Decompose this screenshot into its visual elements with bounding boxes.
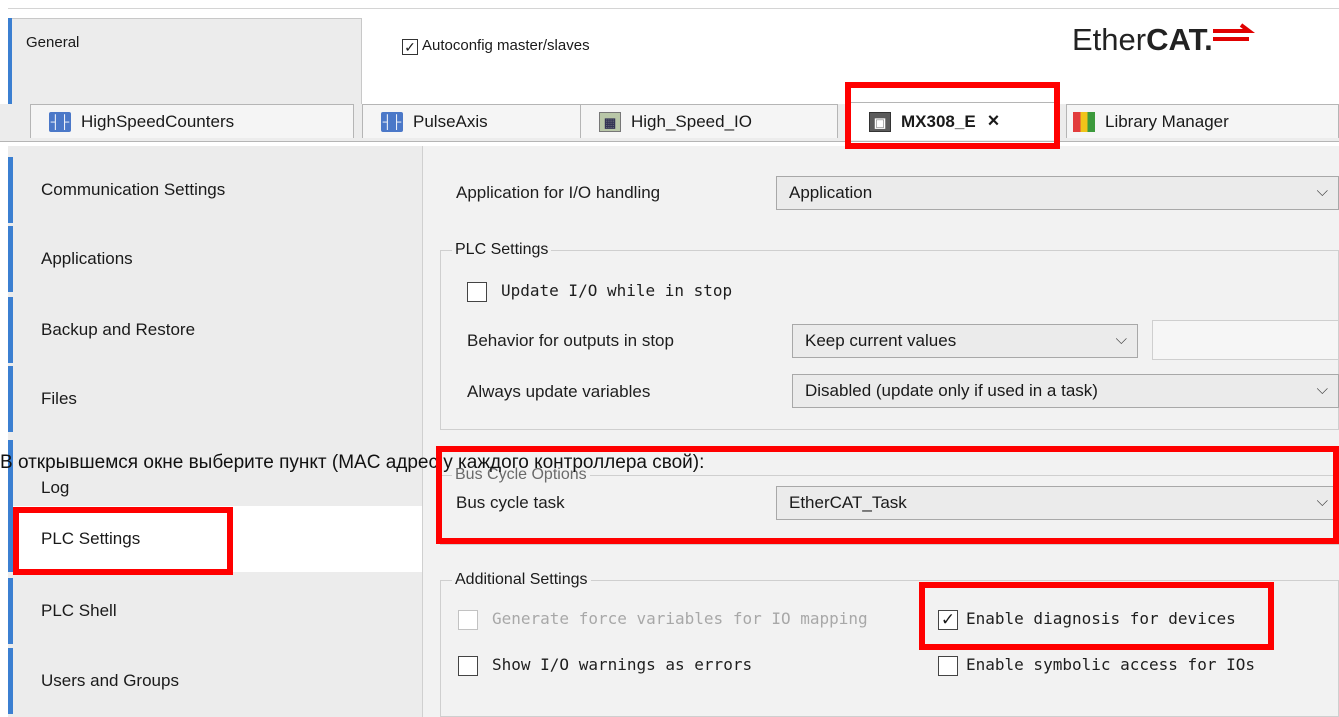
logo-text-ether: Ether (1072, 22, 1147, 57)
bus-cycle-task-label: Bus cycle task (456, 493, 565, 512)
sidebar-item-users-and-groups[interactable]: Users and Groups (8, 648, 422, 714)
behavior-outputs-select[interactable]: Keep current values ⌵ (792, 324, 1138, 358)
io-warnings-checkbox[interactable] (458, 656, 478, 676)
instruction-caption: В открывшемся окне выберите пункт (MAC а… (0, 452, 705, 473)
sidebar-item-backup-and-restore[interactable]: Backup and Restore (8, 297, 422, 363)
sidebar-item-label: Communication Settings (41, 180, 226, 199)
update-io-checkbox[interactable] (467, 282, 487, 302)
tab-high-speed-counters[interactable]: ┤├ HighSpeedCounters (30, 104, 354, 138)
sidebar-item-label: PLC Settings (41, 529, 141, 548)
function-block-icon: ┤├ (381, 111, 403, 132)
tab-high-speed-io[interactable]: ▦ High_Speed_IO (580, 104, 838, 138)
general-tab-label[interactable]: General (26, 34, 79, 51)
logo-text-cat: CAT. (1146, 22, 1213, 57)
sidebar-item-label: Backup and Restore (41, 320, 196, 339)
behavior-value-field[interactable] (1152, 320, 1339, 360)
symbolic-access-checkbox[interactable] (938, 656, 958, 676)
tab-label: PulseAxis (413, 111, 488, 131)
top-divider (8, 8, 1339, 9)
select-value: Application (789, 183, 873, 202)
always-update-label: Always update variables (467, 382, 651, 401)
chevron-down-icon: ⌵ (1316, 183, 1328, 200)
sidebar-item-plc-shell[interactable]: PLC Shell (8, 578, 422, 644)
sidebar-item-plc-settings[interactable]: PLC Settings (8, 506, 422, 572)
tab-label: High_Speed_IO (631, 111, 752, 131)
behavior-outputs-label: Behavior for outputs in stop (467, 331, 674, 350)
sidebar-item-applications[interactable]: Applications (8, 226, 422, 292)
additional-settings-group (440, 580, 1339, 717)
chevron-down-icon: ⌵ (1115, 331, 1127, 348)
general-tab[interactable] (8, 18, 362, 104)
chevron-down-icon: ⌵ (1316, 381, 1328, 398)
app-io-handling-select[interactable]: Application ⌵ (776, 176, 1339, 210)
always-update-select[interactable]: Disabled (update only if used in a task)… (792, 374, 1339, 408)
enable-diagnosis-label: Enable diagnosis for devices (966, 609, 1236, 628)
select-value: Keep current values (805, 331, 957, 350)
general-tab-accent (8, 18, 12, 104)
device-icon: ▣ (869, 111, 891, 132)
ethercat-arrows-icon (1213, 23, 1256, 41)
io-module-icon: ▦ (599, 111, 621, 132)
sidebar-item-label: Applications (41, 249, 133, 268)
tab-label: MX308_E (901, 111, 976, 131)
library-books-icon (1073, 111, 1095, 132)
function-block-icon: ┤├ (49, 111, 71, 132)
tab-label: Library Manager (1105, 111, 1229, 131)
plc-settings-group-title: PLC Settings (452, 241, 552, 259)
tab-mx308-e[interactable]: ▣ MX308_E × (850, 102, 1060, 140)
tab-label: HighSpeedCounters (81, 111, 235, 131)
ethercat-logo: EtherCAT. (1072, 22, 1259, 68)
sidebar-item-label: Files (41, 389, 77, 408)
force-variables-checkbox[interactable] (458, 610, 478, 630)
autoconfig-checkbox[interactable]: ✓ (402, 39, 418, 55)
sidebar-item-label: PLC Shell (41, 601, 117, 620)
sidebar-item-files[interactable]: Files (8, 366, 422, 432)
chevron-down-icon: ⌵ (1316, 493, 1328, 510)
sidebar-item-communication-settings[interactable]: Communication Settings (8, 157, 422, 223)
close-icon[interactable]: × (988, 110, 1000, 133)
enable-diagnosis-checkbox[interactable]: ✓ (938, 610, 958, 630)
update-io-label: Update I/O while in stop (501, 281, 733, 300)
bus-cycle-task-select[interactable]: EtherCAT_Task ⌵ (776, 486, 1339, 520)
autoconfig-label: Autoconfig master/slaves (422, 37, 590, 54)
tab-library-manager[interactable]: Library Manager (1066, 104, 1339, 138)
io-warnings-label: Show I/O warnings as errors (492, 655, 753, 674)
force-variables-label: Generate force variables for IO mapping (492, 609, 868, 628)
select-value: EtherCAT_Task (789, 493, 907, 512)
app-io-handling-label: Application for I/O handling (456, 183, 661, 202)
symbolic-access-label: Enable symbolic access for IOs (966, 655, 1255, 674)
additional-settings-group-title: Additional Settings (452, 571, 591, 589)
select-value: Disabled (update only if used in a task) (805, 381, 1098, 400)
sidebar-item-label: Users and Groups (41, 671, 179, 690)
